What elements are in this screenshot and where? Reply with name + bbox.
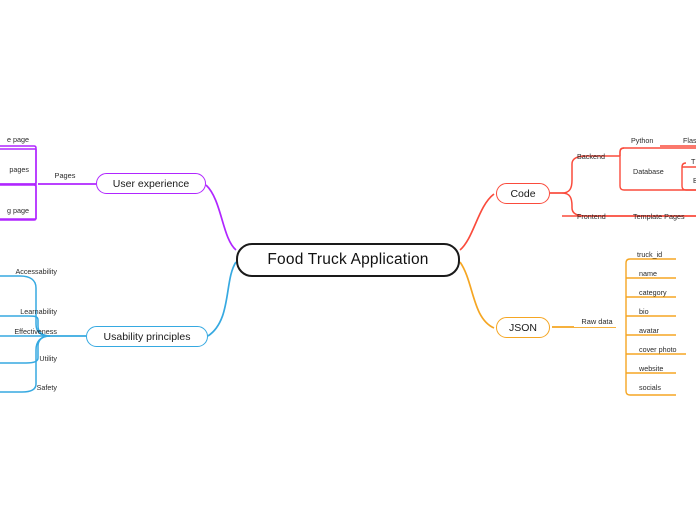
- leaf-utility[interactable]: Utility: [0, 352, 60, 364]
- leaf-website[interactable]: website: [636, 362, 692, 374]
- leaf-frontend[interactable]: Frontend: [574, 210, 624, 222]
- link-root-user-experience: [205, 184, 237, 251]
- leaf-truck-id[interactable]: truck_id: [634, 248, 690, 260]
- leaf-page-2[interactable]: pages: [0, 163, 32, 175]
- leaf-cover-photo[interactable]: cover photo: [636, 343, 696, 355]
- leaf-page-1[interactable]: e page: [0, 133, 32, 145]
- link-root-json: [459, 261, 495, 329]
- node-usability-principles[interactable]: Usability principles: [86, 326, 208, 347]
- leaf-category[interactable]: category: [636, 286, 692, 298]
- leaf-name[interactable]: name: [636, 267, 692, 279]
- leaf-accessability[interactable]: Accessability: [0, 265, 60, 277]
- leaf-learnability[interactable]: Learnability: [0, 305, 60, 317]
- leaf-bio[interactable]: bio: [636, 305, 692, 317]
- leaf-socials[interactable]: socials: [636, 381, 692, 393]
- leaf-flask[interactable]: Flas: [680, 134, 696, 146]
- root-node[interactable]: Food Truck Application: [236, 243, 460, 277]
- leaf-safety[interactable]: Safety: [0, 381, 60, 393]
- edge-label-raw-data: Raw data: [574, 315, 620, 327]
- leaf-template-pages[interactable]: Template Pages: [630, 210, 696, 222]
- node-code[interactable]: Code: [496, 183, 550, 204]
- leaf-python[interactable]: Python: [628, 134, 668, 146]
- leaf-database-child-1[interactable]: T: [688, 155, 696, 167]
- edge-label-pages: Pages: [48, 169, 82, 181]
- mindmap-canvas: Food Truck Application User experience P…: [0, 0, 696, 520]
- node-user-experience[interactable]: User experience: [96, 173, 206, 194]
- leaf-database-child-2[interactable]: B: [690, 174, 696, 186]
- leaf-avatar[interactable]: avatar: [636, 324, 692, 336]
- leaf-page-3[interactable]: g page: [0, 204, 32, 216]
- link-root-code: [459, 193, 495, 251]
- leaf-effectiveness[interactable]: Effectiveness: [0, 325, 60, 337]
- leaf-database[interactable]: Database: [630, 165, 678, 177]
- leaf-backend[interactable]: Backend: [574, 150, 622, 162]
- link-backend-spine: [619, 147, 696, 156]
- link-root-usability: [207, 261, 237, 337]
- node-json[interactable]: JSON: [496, 317, 550, 338]
